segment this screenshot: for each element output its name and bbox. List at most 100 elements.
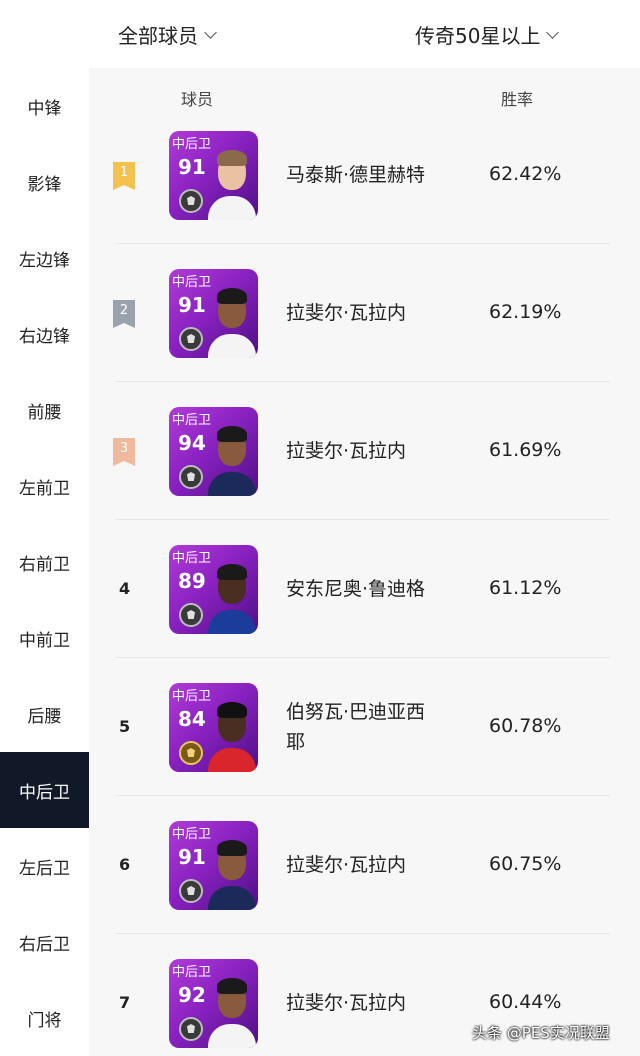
table-row[interactable]: 4 中后卫 89 安东尼奥·鲁迪格 61.12% xyxy=(89,520,640,658)
chevron-down-icon xyxy=(546,25,560,39)
rarity-filter-label: 传奇50星以上 xyxy=(415,24,541,48)
win-rate: 62.42% xyxy=(489,163,562,185)
sidebar-item[interactable]: 左前卫 xyxy=(0,448,89,524)
player-portrait xyxy=(208,698,256,772)
sidebar-item[interactable]: 中锋 xyxy=(0,68,89,144)
win-rate: 61.69% xyxy=(489,439,562,461)
card-position: 中后卫 xyxy=(172,413,212,428)
player-portrait xyxy=(208,836,256,910)
card-emblem-icon xyxy=(179,1017,203,1041)
position-sidebar: 中锋 影锋 左边锋 右边锋 前腰 左前卫 右前卫 中前卫 后腰 中后卫 左后卫 右后卫 门将 xyxy=(0,68,89,1056)
card-position: 中后卫 xyxy=(172,275,212,290)
player-filter-dropdown[interactable]: 全部球员 xyxy=(118,20,217,49)
card-rating: 84 xyxy=(178,707,206,731)
portrait-shirt xyxy=(208,334,256,358)
card-position: 中后卫 xyxy=(172,137,212,152)
player-portrait xyxy=(208,422,256,496)
rank-medal-icon: 2 xyxy=(113,300,135,328)
player-card[interactable]: 中后卫 92 xyxy=(169,959,258,1048)
player-card[interactable]: 中后卫 91 xyxy=(169,821,258,910)
sidebar-item[interactable]: 右后卫 xyxy=(0,904,89,980)
sidebar-item[interactable]: 左边锋 xyxy=(0,220,89,296)
card-emblem-icon xyxy=(179,741,203,765)
portrait-hair xyxy=(217,564,247,580)
win-rate: 60.44% xyxy=(489,991,562,1013)
rank-number: 4 xyxy=(119,579,131,598)
rank-number: 5 xyxy=(119,717,131,736)
card-position: 中后卫 xyxy=(172,827,212,842)
portrait-shirt xyxy=(208,748,256,772)
table-row[interactable]: 1 中后卫 91 马泰斯·德里赫特 62.42% xyxy=(89,106,640,244)
portrait-shirt xyxy=(208,472,256,496)
card-emblem-icon xyxy=(179,189,203,213)
sidebar-item[interactable]: 右边锋 xyxy=(0,296,89,372)
player-portrait xyxy=(208,974,256,1048)
player-card[interactable]: 中后卫 94 xyxy=(169,407,258,496)
sidebar-item[interactable]: 影锋 xyxy=(0,144,89,220)
player-name: 拉斐尔·瓦拉内 xyxy=(286,992,407,1014)
sidebar-item[interactable]: 左后卫 xyxy=(0,828,89,904)
card-position: 中后卫 xyxy=(172,965,212,980)
portrait-hair xyxy=(217,426,247,442)
portrait-shirt xyxy=(208,196,256,220)
rank-number: 7 xyxy=(119,993,131,1012)
sidebar-item[interactable]: 中后卫 xyxy=(0,752,89,828)
rarity-filter-dropdown[interactable]: 传奇50星以上 xyxy=(415,20,560,49)
win-rate: 62.19% xyxy=(489,301,562,323)
portrait-hair xyxy=(217,288,247,304)
player-card[interactable]: 中后卫 91 xyxy=(169,131,258,220)
player-name: 伯努瓦·巴迪亚西耶 xyxy=(286,701,426,753)
win-rate: 61.12% xyxy=(489,577,562,599)
portrait-shirt xyxy=(208,1024,256,1048)
portrait-hair xyxy=(217,702,247,718)
sidebar-item[interactable]: 中前卫 xyxy=(0,600,89,676)
card-position: 中后卫 xyxy=(172,551,212,566)
table-row[interactable]: 6 中后卫 91 拉斐尔·瓦拉内 60.75% xyxy=(89,796,640,934)
portrait-hair xyxy=(217,978,247,994)
player-name: 马泰斯·德里赫特 xyxy=(286,164,426,186)
card-position: 中后卫 xyxy=(172,689,212,704)
card-rating: 91 xyxy=(178,845,206,869)
rank-medal-icon: 3 xyxy=(113,438,135,466)
watermark: 头条 @PES实况联盟 xyxy=(472,1024,610,1042)
player-name: 拉斐尔·瓦拉内 xyxy=(286,302,407,324)
player-card[interactable]: 中后卫 84 xyxy=(169,683,258,772)
player-name: 安东尼奥·鲁迪格 xyxy=(286,578,426,600)
portrait-shirt xyxy=(208,610,256,634)
win-rate: 60.78% xyxy=(489,715,562,737)
table-row[interactable]: 5 中后卫 84 伯努瓦·巴迪亚西耶 60.78% xyxy=(89,658,640,796)
sidebar-item[interactable]: 后腰 xyxy=(0,676,89,752)
rank-number: 3 xyxy=(119,441,129,456)
card-emblem-icon xyxy=(179,465,203,489)
rank-number: 1 xyxy=(119,165,129,180)
top-filter-bar: 全部球员 传奇50星以上 xyxy=(0,0,640,68)
player-portrait xyxy=(208,284,256,358)
card-rating: 91 xyxy=(178,155,206,179)
rank-number: 6 xyxy=(119,855,131,874)
win-rate: 60.75% xyxy=(489,853,562,875)
rank-number: 2 xyxy=(119,303,129,318)
table-row[interactable]: 2 中后卫 91 拉斐尔·瓦拉内 62.19% xyxy=(89,244,640,382)
table-row[interactable]: 3 中后卫 94 拉斐尔·瓦拉内 61.69% xyxy=(89,382,640,520)
card-rating: 91 xyxy=(178,293,206,317)
sidebar-item[interactable]: 右前卫 xyxy=(0,524,89,600)
card-rating: 94 xyxy=(178,431,206,455)
sidebar-item[interactable]: 前腰 xyxy=(0,372,89,448)
player-portrait xyxy=(208,146,256,220)
sidebar-item[interactable]: 门将 xyxy=(0,980,89,1056)
card-emblem-icon xyxy=(179,327,203,351)
chevron-down-icon xyxy=(204,25,217,39)
card-rating: 89 xyxy=(178,569,206,593)
rank-medal-icon: 1 xyxy=(113,162,135,190)
player-portrait xyxy=(208,560,256,634)
card-emblem-icon xyxy=(179,879,203,903)
player-filter-label: 全部球员 xyxy=(118,24,198,48)
portrait-hair xyxy=(217,840,247,856)
card-rating: 92 xyxy=(178,983,206,1007)
player-card[interactable]: 中后卫 89 xyxy=(169,545,258,634)
card-emblem-icon xyxy=(179,603,203,627)
player-name: 拉斐尔·瓦拉内 xyxy=(286,854,407,876)
player-card[interactable]: 中后卫 91 xyxy=(169,269,258,358)
portrait-hair xyxy=(217,150,247,166)
ranking-list: 球员 胜率 1 中后卫 91 马泰斯·德里赫特 62.42% 2 中后卫 91 拉斐尔·瓦拉内 6… xyxy=(89,68,640,1056)
